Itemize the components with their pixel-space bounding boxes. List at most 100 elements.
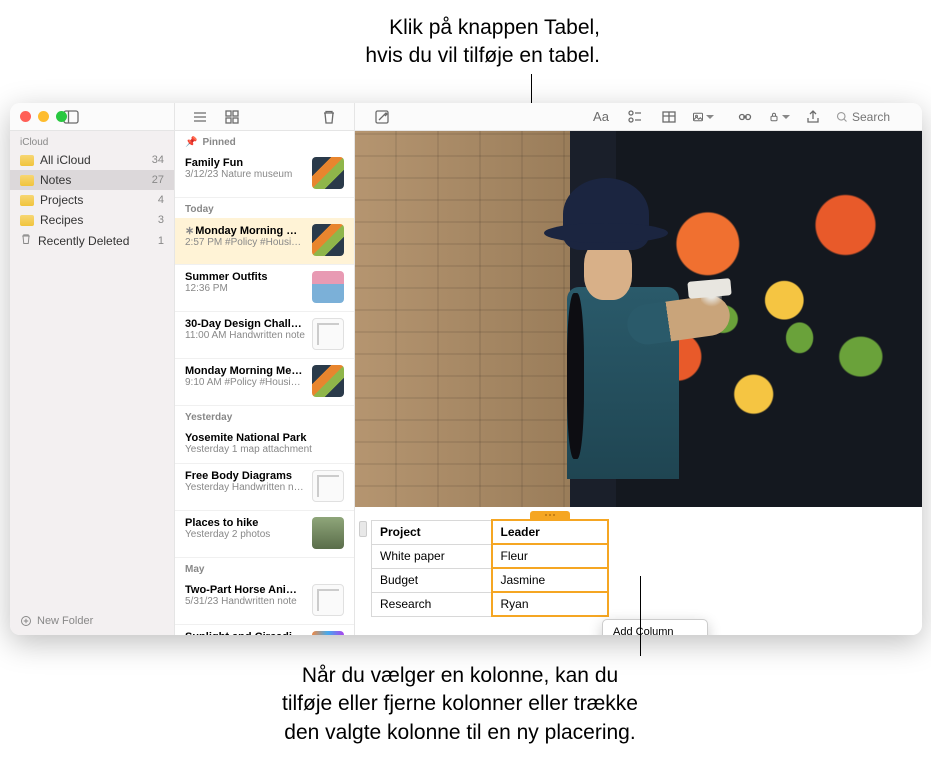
note-meta: Yesterday Handwritten note <box>185 482 306 493</box>
new-folder-label: New Folder <box>37 615 93 627</box>
trash-icon <box>20 233 32 248</box>
note-title: Monday Morning Meeting <box>185 365 306 377</box>
table-button[interactable] <box>658 107 680 127</box>
note-table-area: Project Leader White paper Fleur Budget … <box>355 507 922 629</box>
table-cell[interactable]: Ryan <box>492 592 608 616</box>
table-row[interactable]: Budget Jasmine <box>372 568 608 592</box>
note-thumbnail <box>312 271 344 303</box>
column-context-menu: Add Column Before Add Column After Delet… <box>602 619 708 635</box>
table-row[interactable]: White paper Fleur <box>372 544 608 568</box>
sidebar: iCloud All iCloud 34 Notes 27 Projects 4… <box>10 131 175 635</box>
new-note-button[interactable] <box>371 107 393 127</box>
share-button[interactable] <box>802 107 824 127</box>
folder-icon <box>20 155 34 166</box>
note-meta: Yesterday 1 map attachment <box>185 444 344 455</box>
section-today: Today <box>175 198 354 218</box>
note-thumbnail <box>312 365 344 397</box>
folder-icon <box>20 195 34 206</box>
note-meta: Yesterday 2 photos <box>185 529 306 540</box>
note-item[interactable]: Family Fun 3/12/23 Nature museum <box>175 151 354 198</box>
note-thumbnail <box>312 584 344 616</box>
sidebar-item-count: 27 <box>152 174 164 186</box>
sidebar-item-count: 4 <box>158 194 164 206</box>
minimize-window-button[interactable] <box>38 111 49 122</box>
note-item[interactable]: Two-Part Horse Anima... 5/31/23 Handwrit… <box>175 578 354 625</box>
new-folder-button[interactable]: New Folder <box>10 607 174 635</box>
sidebar-item-count: 3 <box>158 214 164 226</box>
sidebar-account-label: iCloud <box>10 131 174 150</box>
note-title: Family Fun <box>185 157 306 169</box>
sidebar-item-label: Notes <box>40 173 71 187</box>
note-title: Yosemite National Park <box>185 432 344 444</box>
format-button[interactable]: Aa <box>590 107 612 127</box>
lock-button[interactable] <box>768 107 790 127</box>
close-window-button[interactable] <box>20 111 31 122</box>
note-title: ∗Monday Morning Mee... <box>185 224 306 237</box>
note-title: Free Body Diagrams <box>185 470 306 482</box>
checklist-button[interactable] <box>624 107 646 127</box>
note-item[interactable]: 30-Day Design Challen... 11:00 AM Handwr… <box>175 312 354 359</box>
note-item[interactable]: Places to hike Yesterday 2 photos <box>175 511 354 558</box>
note-thumbnail <box>312 318 344 350</box>
note-table[interactable]: Project Leader White paper Fleur Budget … <box>371 519 609 617</box>
table-header-leader[interactable]: Leader <box>492 520 608 544</box>
sidebar-item-label: All iCloud <box>40 153 91 167</box>
plus-circle-icon <box>20 615 32 627</box>
section-may: May <box>175 558 354 578</box>
sidebar-item-label: Recipes <box>40 213 83 227</box>
note-title: Sunlight and Circadian... <box>185 631 306 635</box>
app-window: Aa iCloud All iCloud 34 Notes <box>10 103 922 635</box>
folder-icon <box>20 175 34 186</box>
fullscreen-window-button[interactable] <box>56 111 67 122</box>
media-button[interactable] <box>692 107 714 127</box>
note-editor[interactable]: Project Leader White paper Fleur Budget … <box>355 131 922 635</box>
table-row[interactable]: Research Ryan <box>372 592 608 616</box>
table-cell[interactable]: Budget <box>372 568 492 592</box>
sidebar-item-all-icloud[interactable]: All iCloud 34 <box>10 150 174 170</box>
menu-add-column-before[interactable]: Add Column Before <box>603 623 707 635</box>
table-cell[interactable]: Jasmine <box>492 568 608 592</box>
note-title: Places to hike <box>185 517 306 529</box>
table-cell[interactable]: White paper <box>372 544 492 568</box>
note-meta: 3/12/23 Nature museum <box>185 169 306 180</box>
note-item[interactable]: Yosemite National Park Yesterday 1 map a… <box>175 426 354 464</box>
gallery-view-button[interactable] <box>221 107 243 127</box>
callout-line-bottom <box>640 576 641 656</box>
note-item[interactable]: Summer Outfits 12:36 PM <box>175 265 354 312</box>
note-title: Summer Outfits <box>185 271 306 283</box>
note-list[interactable]: 📌 Pinned Family Fun 3/12/23 Nature museu… <box>175 131 355 635</box>
link-button[interactable] <box>734 107 756 127</box>
table-cell[interactable]: Fleur <box>492 544 608 568</box>
table-row-handle[interactable] <box>359 521 367 537</box>
section-pinned: 📌 Pinned <box>175 131 354 151</box>
sidebar-item-notes[interactable]: Notes 27 <box>10 170 174 190</box>
note-thumbnail <box>312 157 344 189</box>
sidebar-item-label: Recently Deleted <box>38 234 129 248</box>
note-meta: 5/31/23 Handwritten note <box>185 596 306 607</box>
note-item[interactable]: Sunlight and Circadian... 5/29/23 #schoo… <box>175 625 354 635</box>
note-meta: 9:10 AM #Policy #Housing... <box>185 377 306 388</box>
list-view-button[interactable] <box>189 107 211 127</box>
search-field[interactable] <box>836 110 912 124</box>
table-cell[interactable]: Research <box>372 592 492 616</box>
sidebar-item-recipes[interactable]: Recipes 3 <box>10 210 174 230</box>
note-item[interactable]: ∗Monday Morning Mee... 2:57 PM #Policy #… <box>175 218 354 265</box>
note-meta: 11:00 AM Handwritten note <box>185 330 306 341</box>
callout-bottom: Når du vælger en kolonne, kan du tilføje… <box>200 662 720 747</box>
table-column-handle[interactable] <box>530 511 570 519</box>
table-header-project[interactable]: Project <box>372 520 492 544</box>
sidebar-item-recently-deleted[interactable]: Recently Deleted 1 <box>10 230 174 251</box>
search-input[interactable] <box>852 110 912 124</box>
note-thumbnail <box>312 224 344 256</box>
folder-icon <box>20 215 34 226</box>
note-title: Two-Part Horse Anima... <box>185 584 306 596</box>
note-meta: 12:36 PM <box>185 283 306 294</box>
pin-icon: 📌 <box>185 137 197 148</box>
delete-note-button[interactable] <box>318 107 340 127</box>
note-item[interactable]: Free Body Diagrams Yesterday Handwritten… <box>175 464 354 511</box>
sidebar-item-label: Projects <box>40 193 83 207</box>
search-icon <box>836 111 848 123</box>
sidebar-item-projects[interactable]: Projects 4 <box>10 190 174 210</box>
note-item[interactable]: Monday Morning Meeting 9:10 AM #Policy #… <box>175 359 354 406</box>
toolbar: Aa <box>10 103 922 131</box>
